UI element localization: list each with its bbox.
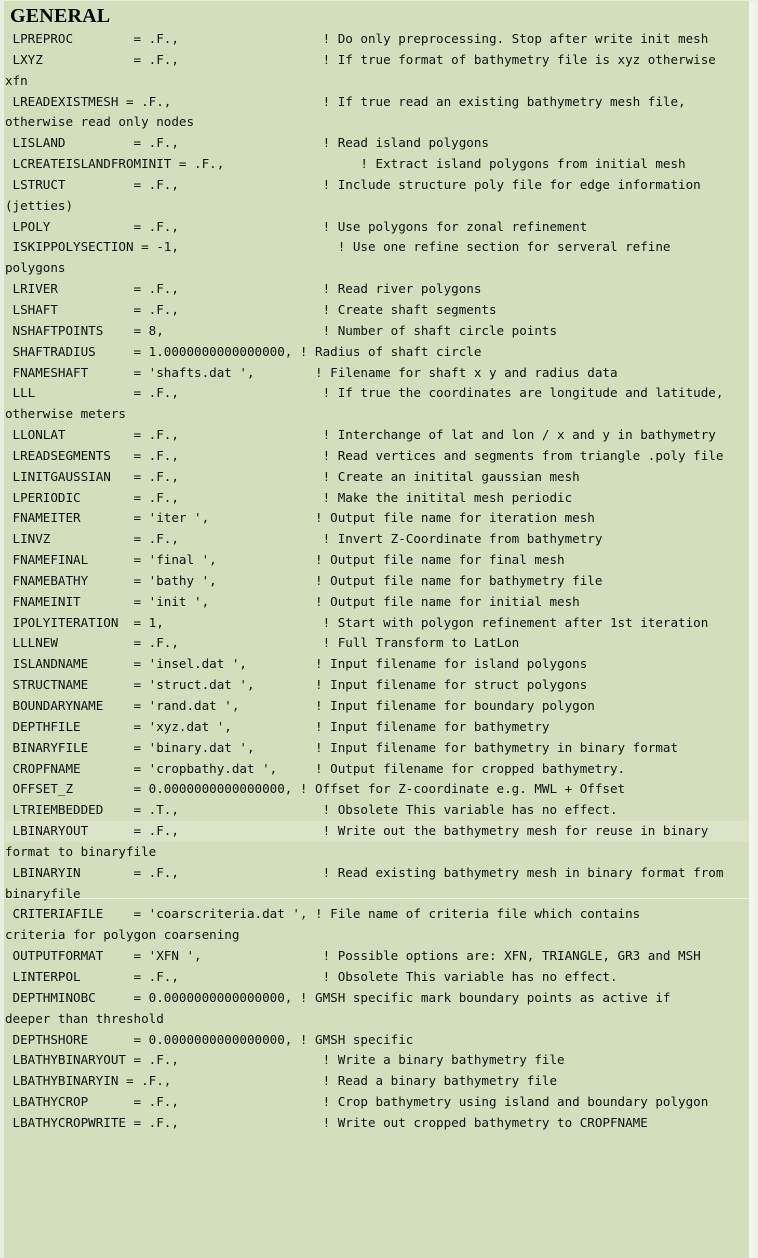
namelist-line: LINTERPOL = .F., ! Obsolete This variabl… [5,968,618,984]
namelist-line: LPOLY = .F., ! Use polygons for zonal re… [5,218,588,234]
namelist-line: FNAMEBATHY = 'bathy ', ! Output file nam… [5,572,603,588]
namelist-line: criteria for polygon coarsening [5,927,240,943]
namelist-line: FNAMEITER = 'iter ', ! Output file name … [5,510,595,526]
namelist-line: CRITERIAFILE = 'coarscriteria.dat ', ! F… [5,906,641,922]
namelist-line: LTRIEMBEDDED = .T., ! Obsolete This vari… [5,802,618,818]
namelist-line: otherwise meters [5,406,126,422]
namelist-line: LXYZ = .F., ! If true format of bathymet… [5,51,716,67]
namelist-line: ISKIPPOLYSECTION = -1, ! Use one refine … [5,239,671,255]
namelist-line: NSHAFTPOINTS = 8, ! Number of shaft circ… [5,322,558,338]
namelist-line: CROPFNAME = 'cropbathy.dat ', ! Output f… [5,760,626,776]
namelist-line: FNAMEINIT = 'init ', ! Output file name … [5,593,580,609]
namelist-line: LLONLAT = .F., ! Interchange of lat and … [5,427,716,443]
namelist-line: LBATHYCROP = .F., ! Crop bathymetry usin… [5,1094,709,1110]
namelist-line: BINARYFILE = 'binary.dat ', ! Input file… [5,739,679,755]
namelist-line: DEPTHSHORE = 0.0000000000000000, ! GMSH … [5,1031,414,1047]
namelist-line: xfn [5,72,28,88]
namelist-line: LLLNEW = .F., ! Full Transform to LatLon [5,635,520,651]
namelist-line: LBINARYIN = .F., ! Read existing bathyme… [5,864,724,880]
namelist-line: LBATHYBINARYIN = .F., ! Read a binary ba… [5,1073,558,1089]
namelist-line: ISLANDNAME = 'insel.dat ', ! Input filen… [5,656,588,672]
namelist-line: OFFSET_Z = 0.0000000000000000, ! Offset … [5,781,626,797]
namelist-line: polygons [5,260,66,276]
namelist-line: FNAMESHAFT = 'shafts.dat ', ! Filename f… [5,364,618,380]
namelist-document-page: GENERAL LPREPROC = .F., ! Do only prepro… [0,0,758,1258]
namelist-line: OUTPUTFORMAT = 'XFN ', ! Possible option… [5,948,701,964]
namelist-line: LBATHYBINARYOUT = .F., ! Write a binary … [5,1052,565,1068]
namelist-line: BOUNDARYNAME = 'rand.dat ', ! Input file… [5,698,595,713]
namelist-line: LRIVER = .F., ! Read river polygons [5,281,482,297]
namelist-line: LSHAFT = .F., ! Create shaft segments [5,301,497,317]
namelist-line: LBINARYOUT = .F., ! Write out the bathym… [5,821,754,842]
namelist-line: LPREPROC = .F., ! Do only preprocessing.… [5,31,709,46]
namelist-line: (jetties) [5,197,74,213]
namelist-line: FNAMEFINAL = 'final ', ! Output file nam… [5,552,565,568]
namelist-line: otherwise read only nodes [5,114,195,130]
namelist-line: LINVZ = .F., ! Invert Z-Coordinate from … [5,531,603,547]
namelist-line: IPOLYITERATION = 1, ! Start with polygon… [5,614,709,630]
section-heading-general: GENERAL [10,5,111,27]
namelist-line: SHAFTRADIUS = 1.0000000000000000, ! Radi… [5,343,482,359]
namelist-line: deeper than threshold [5,1010,164,1026]
namelist-line: STRUCTNAME = 'struct.dat ', ! Input file… [5,677,588,693]
namelist-line: LCREATEISLANDFROMINIT = .F., ! Extract i… [5,156,686,172]
namelist-line: LREADSEGMENTS = .F., ! Read vertices and… [5,447,724,463]
namelist-line: LISLAND = .F., ! Read island polygons [5,135,489,151]
namelist-line: format to binaryfile [5,843,157,859]
namelist-line: LREADEXISTMESH = .F., ! If true read an … [5,93,686,109]
namelist-line: DEPTHMINOBC = 0.0000000000000000, ! GMSH… [5,989,671,1005]
namelist-line: LLL = .F., ! If true the coordinates are… [5,385,724,401]
namelist-listing: LPREPROC = .F., ! Do only preprocessing.… [2,29,754,1134]
namelist-line: LBATHYCROPWRITE = .F., ! Write out cropp… [5,1114,648,1130]
namelist-line: binaryfile [5,885,81,901]
namelist-line: LPERIODIC = .F., ! Make the initital mes… [5,489,573,505]
namelist-line: LSTRUCT = .F., ! Include structure poly … [5,176,701,192]
namelist-line: LINITGAUSSIAN = .F., ! Create an initita… [5,468,580,484]
namelist-line: DEPTHFILE = 'xyz.dat ', ! Input filename… [5,718,550,734]
